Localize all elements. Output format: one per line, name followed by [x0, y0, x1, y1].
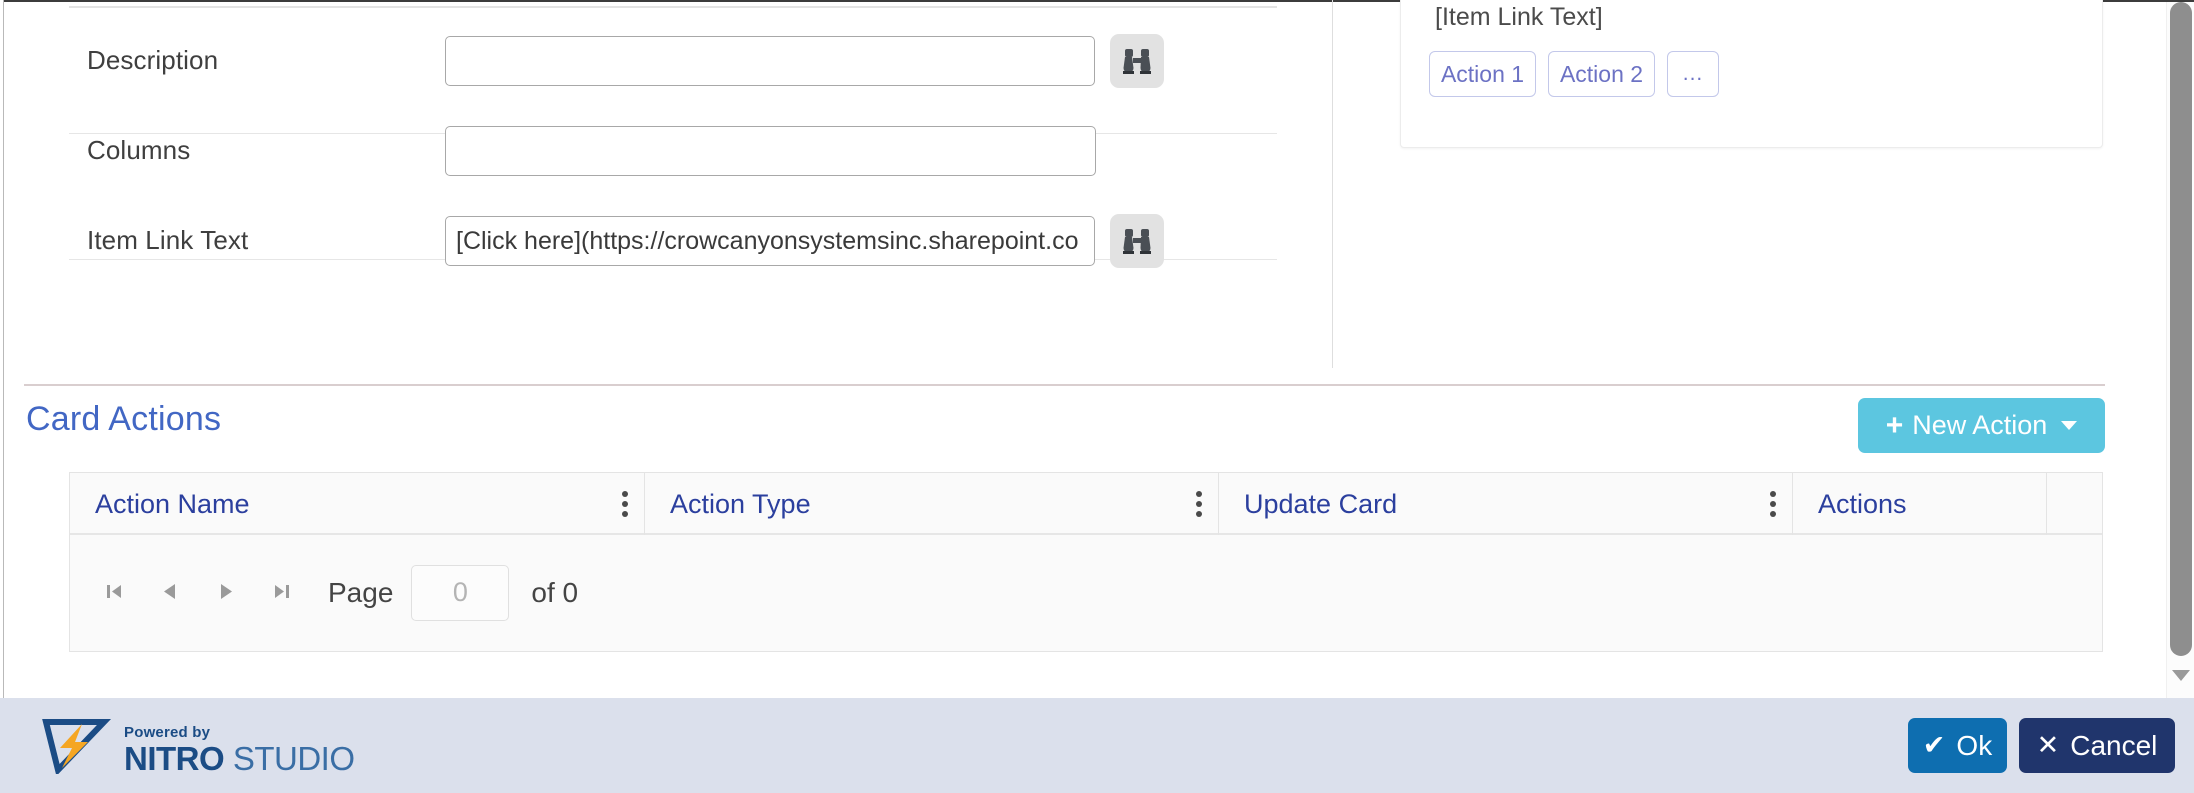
first-page-button[interactable]	[86, 565, 142, 621]
field-row-item-link-text: Item Link Text [Click here](https://crow…	[5, 204, 1332, 294]
powered-by-label: Powered by	[124, 724, 211, 741]
card-preview: [Item Link Text] Action 1 Action 2 ...	[1400, 0, 2103, 148]
preview-action-2-button[interactable]: Action 2	[1548, 51, 1655, 97]
last-page-icon	[270, 579, 294, 606]
next-page-icon	[214, 579, 238, 606]
nitro-logo-text: Powered by NITRO STUDIO	[124, 724, 355, 775]
vertical-scrollbar[interactable]	[2166, 2, 2194, 698]
binoculars-icon	[1122, 227, 1152, 255]
grid-pager: Page of 0	[70, 535, 2102, 650]
column-header-update-card[interactable]: Update Card	[1219, 473, 1793, 535]
nitro-studio-logo: Powered by NITRO STUDIO	[38, 718, 355, 776]
last-page-button[interactable]	[254, 565, 310, 621]
next-page-button[interactable]	[198, 565, 254, 621]
page-total-label: of 0	[531, 576, 579, 608]
nitro-logo-mark	[42, 719, 112, 776]
cancel-label: Cancel	[2070, 729, 2158, 761]
card-actions-grid: Action Name Action Type Update Card Acti…	[69, 472, 2103, 652]
column-menu-icon[interactable]	[622, 491, 628, 517]
dialog-footer: Powered by NITRO STUDIO ✔ Ok ✕ Cancel	[0, 698, 2194, 793]
plus-icon: +	[1885, 408, 1904, 442]
page-label: Page	[328, 576, 394, 608]
grid-header-row: Action Name Action Type Update Card Acti…	[70, 473, 2102, 535]
close-icon: ✕	[2036, 730, 2060, 760]
preview-item-link-text: [Item Link Text]	[1435, 3, 1603, 31]
column-header-action-type[interactable]: Action Type	[645, 473, 1219, 535]
column-menu-icon[interactable]	[1196, 491, 1202, 517]
column-header-action-name[interactable]: Action Name	[70, 473, 645, 535]
item-link-text-label: Item Link Text	[87, 225, 249, 255]
new-action-button[interactable]: + New Action	[1858, 398, 2105, 453]
chevron-down-icon	[2061, 421, 2078, 430]
column-header-spacer	[2047, 473, 2103, 535]
previous-page-button[interactable]	[142, 565, 198, 621]
columns-label: Columns	[87, 135, 191, 165]
column-menu-icon[interactable]	[1770, 491, 1776, 517]
ok-label: Ok	[1956, 729, 1993, 761]
form-top-divider	[69, 6, 1277, 8]
column-header-label: Update Card	[1244, 488, 1398, 519]
column-header-label: Actions	[1818, 488, 1907, 519]
description-picker-button[interactable]	[1110, 34, 1164, 88]
cancel-button[interactable]: ✕ Cancel	[2019, 718, 2175, 773]
form-preview-divider	[1332, 0, 1333, 368]
item-link-text-picker-button[interactable]	[1110, 214, 1164, 268]
window-left-border	[0, 0, 4, 698]
field-row-description: Description	[5, 24, 1332, 114]
check-icon: ✔	[1922, 730, 1946, 760]
section-divider	[24, 384, 2105, 386]
description-input[interactable]	[445, 36, 1095, 86]
ok-button[interactable]: ✔ Ok	[1908, 718, 2007, 773]
first-page-icon	[102, 579, 126, 606]
column-header-actions[interactable]: Actions	[1793, 473, 2047, 535]
dialog-window: Description Columns Item Link Text [Clic…	[0, 0, 2194, 793]
page-number-input[interactable]	[411, 564, 510, 621]
preview-more-actions-button[interactable]: ...	[1667, 51, 1719, 97]
studio-label: STUDIO	[224, 740, 355, 777]
card-actions-title: Card Actions	[26, 400, 222, 438]
binoculars-icon	[1122, 47, 1152, 75]
scrollbar-thumb[interactable]	[2170, 2, 2192, 656]
new-action-label: New Action	[1912, 410, 2048, 440]
card-settings-form: Description Columns Item Link Text [Clic…	[5, 0, 1332, 385]
preview-action-1-button[interactable]: Action 1	[1429, 51, 1536, 97]
field-row-columns: Columns	[5, 114, 1332, 204]
columns-input[interactable]	[445, 126, 1096, 176]
scroll-down-arrow-icon[interactable]	[2172, 670, 2190, 681]
previous-page-icon	[158, 579, 182, 606]
item-link-text-input[interactable]: [Click here](https://crowcanyonsystemsin…	[445, 216, 1095, 266]
column-header-label: Action Name	[95, 488, 250, 519]
description-label: Description	[87, 45, 219, 75]
column-header-label: Action Type	[670, 488, 811, 519]
nitro-label: NITRO	[124, 740, 225, 777]
